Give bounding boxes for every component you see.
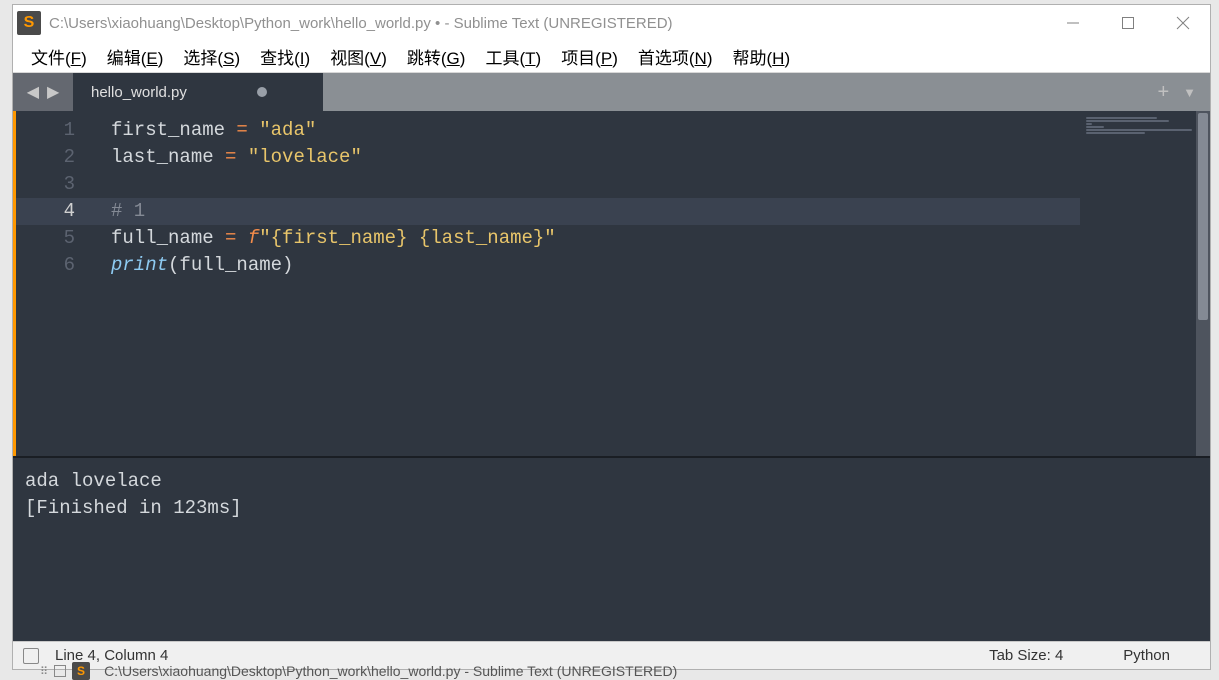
vertical-scrollbar[interactable]	[1196, 111, 1210, 456]
syntax-mode[interactable]: Python	[1123, 647, 1170, 664]
tab-bar-actions: + ▼	[1157, 73, 1210, 111]
menubar: 文件(F)编辑(E)选择(S)查找(I)视图(V)跳转(G)工具(T)项目(P)…	[13, 41, 1210, 73]
tab-prev-icon[interactable]: ◀	[27, 82, 39, 102]
tab-bar: ◀ ▶ hello_world.py + ▼	[13, 73, 1210, 111]
code-line[interactable]: last_name = "lovelace"	[111, 144, 1080, 171]
code-editor[interactable]: first_name = "ada"last_name = "lovelace"…	[93, 111, 1080, 456]
menu-e[interactable]: 编辑(E)	[97, 40, 174, 73]
window-controls	[1045, 5, 1210, 41]
line-number[interactable]: 6	[16, 252, 93, 279]
tab-label: hello_world.py	[91, 84, 187, 101]
panel-switcher-icon[interactable]	[23, 648, 39, 664]
code-line[interactable]: full_name = f"{first_name} {last_name}"	[111, 225, 1080, 252]
line-number[interactable]: 5	[16, 225, 93, 252]
maximize-button[interactable]	[1100, 5, 1155, 41]
menu-p[interactable]: 项目(P)	[551, 40, 628, 73]
menu-g[interactable]: 跳转(G)	[397, 40, 476, 73]
code-line[interactable]: first_name = "ada"	[111, 117, 1080, 144]
menu-s[interactable]: 选择(S)	[173, 40, 250, 73]
tab-active[interactable]: hello_world.py	[73, 73, 323, 111]
menu-i[interactable]: 查找(I)	[250, 40, 320, 73]
app-icon: S	[17, 11, 41, 35]
menu-n[interactable]: 首选项(N)	[628, 40, 723, 73]
menu-f[interactable]: 文件(F)	[21, 40, 97, 73]
app-window: S C:\Users\xiaohuang\Desktop\Python_work…	[12, 4, 1211, 670]
titlebar[interactable]: S C:\Users\xiaohuang\Desktop\Python_work…	[13, 5, 1210, 41]
line-number[interactable]: 4	[16, 198, 93, 225]
tab-menu-icon[interactable]: ▼	[1183, 85, 1196, 100]
tab-size[interactable]: Tab Size: 4	[989, 647, 1063, 664]
output-pane[interactable]: ada lovelace [Finished in 123ms]	[13, 456, 1210, 641]
menu-h[interactable]: 帮助(H)	[723, 40, 801, 73]
editor-pane: 123456 first_name = "ada"last_name = "lo…	[13, 111, 1210, 456]
menu-v[interactable]: 视图(V)	[320, 40, 397, 73]
tab-nav-arrows[interactable]: ◀ ▶	[13, 73, 73, 111]
close-button[interactable]	[1155, 5, 1210, 41]
minimize-button[interactable]	[1045, 5, 1100, 41]
scroll-thumb[interactable]	[1198, 113, 1208, 320]
tab-dirty-indicator-icon	[257, 87, 267, 97]
minimap[interactable]	[1080, 111, 1210, 456]
editor-area: 123456 first_name = "ada"last_name = "lo…	[13, 111, 1210, 641]
code-line[interactable]	[111, 171, 1080, 198]
taskbar-app-icon: S	[72, 662, 90, 680]
code-line[interactable]: print(full_name)	[111, 252, 1080, 279]
window-title: C:\Users\xiaohuang\Desktop\Python_work\h…	[49, 15, 1045, 32]
code-line[interactable]: # 1	[93, 198, 1080, 225]
line-number[interactable]: 2	[16, 144, 93, 171]
line-number[interactable]: 1	[16, 117, 93, 144]
menu-t[interactable]: 工具(T)	[475, 40, 551, 73]
line-number[interactable]: 3	[16, 171, 93, 198]
new-tab-icon[interactable]: +	[1157, 81, 1169, 104]
taskbar-title: C:\Users\xiaohuang\Desktop\Python_work\h…	[104, 663, 677, 679]
taskbar-preview: ⠿ S C:\Users\xiaohuang\Desktop\Python_wo…	[40, 662, 677, 680]
gutter[interactable]: 123456	[13, 111, 93, 456]
tab-next-icon[interactable]: ▶	[47, 82, 59, 102]
